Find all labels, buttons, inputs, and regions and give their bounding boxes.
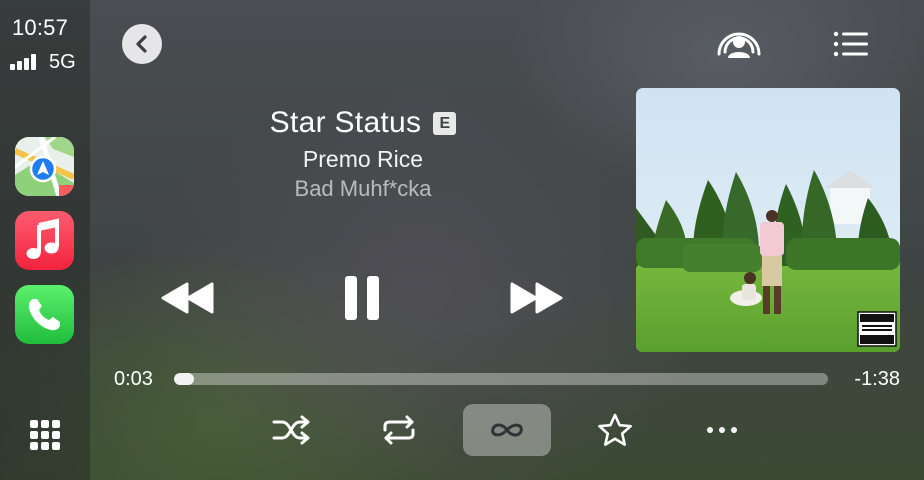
progress-bar[interactable]: [174, 373, 828, 385]
track-artist[interactable]: Premo Rice: [230, 146, 496, 173]
more-icon: [707, 427, 737, 433]
network-type: 5G: [49, 51, 76, 73]
star-icon: [598, 413, 632, 446]
pause-icon: [345, 276, 379, 320]
maps-app-button[interactable]: [15, 137, 74, 196]
album-cover-image: [636, 88, 900, 352]
back-button[interactable]: [122, 24, 162, 64]
music-app-button[interactable]: [15, 211, 74, 270]
repeat-button[interactable]: [374, 404, 424, 456]
fast-forward-button[interactable]: [508, 280, 564, 316]
remaining-time: -1:38: [854, 368, 900, 390]
progress-fill: [174, 373, 194, 385]
autoplay-button[interactable]: [463, 404, 551, 456]
favorite-button[interactable]: [592, 404, 638, 456]
pause-button[interactable]: [342, 274, 382, 322]
shuffle-icon: [272, 415, 310, 445]
queue-button[interactable]: [832, 28, 870, 60]
track-title-row: Star Status E: [230, 106, 496, 140]
music-icon: [26, 218, 59, 259]
fast-forward-icon: [510, 282, 563, 314]
explicit-badge: E: [433, 111, 457, 135]
maps-icon: [15, 137, 74, 196]
queue-list-icon: [833, 31, 868, 57]
rewind-button[interactable]: [160, 280, 216, 316]
shuffle-button[interactable]: [266, 404, 316, 456]
phone-icon: [28, 299, 60, 331]
phone-app-button[interactable]: [15, 285, 74, 344]
carplay-screen: 10:57 5G Star Status E Premo Rice Bad Mu…: [0, 0, 924, 480]
app-grid-button[interactable]: [30, 420, 60, 450]
track-title: Star Status: [269, 106, 422, 139]
rewind-icon: [161, 282, 214, 314]
back-icon: [136, 35, 147, 53]
airplay-button[interactable]: [713, 24, 765, 64]
more-options-button[interactable]: [698, 404, 746, 456]
elapsed-time: 0:03: [114, 368, 153, 390]
signal-strength-icon: [10, 54, 36, 70]
dashboard-sidebar: 10:57 5G: [0, 0, 90, 480]
airplay-icon: [717, 32, 761, 58]
status-time: 10:57: [12, 15, 69, 40]
album-artwork[interactable]: [636, 88, 900, 352]
repeat-icon: [383, 415, 415, 445]
infinity-autoplay-icon: [491, 423, 523, 437]
track-album[interactable]: Bad Muhf*cka: [230, 176, 496, 202]
